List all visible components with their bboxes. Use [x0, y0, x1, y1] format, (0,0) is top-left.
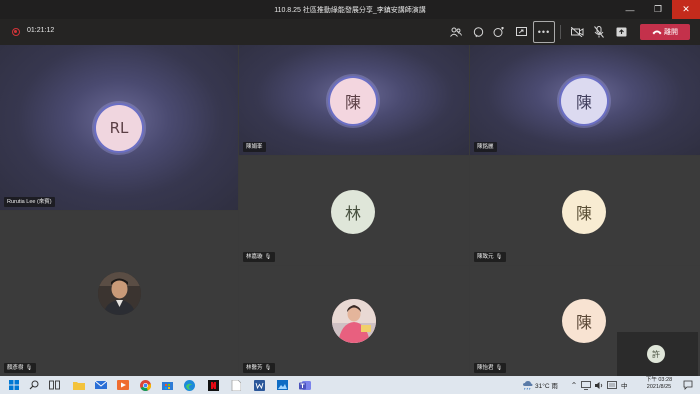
share-screen-icon[interactable]	[511, 23, 531, 41]
maximize-button[interactable]: ❐	[644, 0, 672, 19]
participant-name-label: 陳致元 🎙	[474, 252, 506, 262]
leave-button[interactable]: 離開	[640, 24, 690, 40]
participant-name: 陳娟峯	[246, 144, 263, 150]
edge-icon[interactable]	[183, 379, 195, 391]
avatar: 林	[331, 190, 375, 234]
window-title: 110.8.25 社區推動綠能發展分享_李鎮安講師演講	[274, 7, 426, 14]
participant-tile-yan[interactable]: 顏彥樹 🎙	[0, 211, 238, 376]
netflix-icon[interactable]	[207, 379, 219, 391]
keyboard-icon[interactable]	[606, 379, 618, 391]
reactions-icon[interactable]	[489, 23, 509, 41]
avatar: 陳	[562, 299, 606, 343]
participant-name: 陳致元	[477, 254, 494, 260]
folder-icon[interactable]	[73, 379, 85, 391]
participant-name-label: 陳娟峯	[243, 142, 266, 152]
window-titlebar: 110.8.25 社區推動綠能發展分享_李鎮安講師演講 — ❐ ✕	[0, 0, 700, 19]
participant-name: 陳怡君	[477, 365, 494, 371]
word-icon[interactable]	[253, 379, 265, 391]
windows-taskbar: 31°C 雨 ⌃ 中 下午 03:28 2021/8/25	[0, 376, 700, 394]
search-icon[interactable]	[28, 379, 40, 391]
participant-tile-chen2[interactable]: 陳 陳銘麗	[470, 45, 700, 155]
minimize-button[interactable]: —	[616, 0, 644, 19]
network-icon[interactable]	[580, 379, 592, 391]
avatar-photo	[98, 272, 141, 315]
participant-name-label: 林醫芳 🎙	[243, 363, 275, 373]
participant-tile-lin2[interactable]: 林醫芳 🎙	[239, 266, 469, 376]
weather-icon[interactable]	[521, 379, 533, 391]
participant-name: 林嘉璇	[246, 254, 263, 260]
more-options-button[interactable]: •••	[533, 21, 555, 43]
avatar: 許	[647, 345, 665, 363]
teams-icon[interactable]	[299, 379, 311, 391]
people-icon[interactable]	[446, 23, 466, 41]
leave-label: 離開	[664, 29, 678, 36]
mic-muted-icon: 🎙	[495, 365, 503, 371]
meeting-timer: 01:21:12	[27, 27, 55, 34]
more-icon: •••	[537, 27, 551, 37]
mic-muted-icon: 🎙	[25, 365, 33, 371]
mic-muted-icon: 🎙	[264, 254, 272, 260]
participant-name-label: Rurutia Lee (來賓)	[4, 197, 55, 207]
task-view-icon[interactable]	[48, 379, 60, 391]
video-grid: RL Rurutia Lee (來賓) 陳 陳娟峯 陳 陳銘麗 林 林嘉璇 🎙 …	[0, 45, 700, 376]
participant-tile-lin[interactable]: 林 林嘉璇 🎙	[239, 156, 469, 265]
meeting-toolbar: 01:21:12 ••• 離開	[0, 19, 700, 45]
clock-time: 下午 03:28	[645, 377, 673, 383]
recording-icon	[12, 28, 20, 36]
participant-name-label: 顏彥樹 🎙	[4, 363, 36, 373]
mail-icon[interactable]	[95, 379, 107, 391]
media-icon[interactable]	[117, 379, 129, 391]
avatar: 陳	[562, 190, 606, 234]
participant-tile-chen1[interactable]: 陳 陳娟峯	[239, 45, 469, 155]
notifications-icon[interactable]	[682, 379, 694, 391]
self-view[interactable]: 許	[617, 332, 698, 376]
chevron-up-icon[interactable]: ⌃	[568, 379, 580, 391]
system-clock[interactable]: 下午 03:28 2021/8/25	[644, 377, 674, 391]
mic-muted-icon: 🎙	[495, 254, 503, 260]
participant-name-label: 陳怡君 🎙	[474, 363, 506, 373]
participant-name: 顏彥樹	[7, 365, 24, 371]
file-icon[interactable]	[230, 379, 242, 391]
avatar-photo	[332, 299, 376, 343]
windows-start-icon[interactable]	[8, 379, 20, 391]
participant-name-label: 林嘉璇 🎙	[243, 252, 275, 262]
ime-indicator[interactable]: 中	[621, 380, 628, 390]
weather-text: 31°C 雨	[535, 383, 558, 390]
avatar: RL	[96, 105, 142, 151]
participant-name-label: 陳銘麗	[474, 142, 497, 152]
chrome-icon[interactable]	[139, 379, 151, 391]
mic-off-icon[interactable]	[589, 23, 609, 41]
store-icon[interactable]	[161, 379, 173, 391]
participant-tile-rurutia[interactable]: RL Rurutia Lee (來賓)	[0, 45, 238, 210]
phone-icon	[652, 30, 662, 35]
participant-name: Rurutia Lee (來賓)	[7, 199, 52, 205]
participant-tile-chen3[interactable]: 陳 陳致元 🎙	[470, 156, 700, 265]
participant-name: 陳銘麗	[477, 144, 494, 150]
photos-icon[interactable]	[276, 379, 288, 391]
mic-muted-icon: 🎙	[264, 365, 272, 371]
volume-icon[interactable]	[593, 379, 605, 391]
clock-date: 2021/8/25	[646, 384, 672, 390]
avatar: 陳	[330, 78, 376, 124]
close-window-button[interactable]: ✕	[672, 0, 700, 19]
toolbar-divider	[560, 25, 561, 39]
participant-name: 林醫芳	[246, 365, 263, 371]
chat-icon[interactable]	[468, 23, 488, 41]
avatar: 陳	[561, 78, 607, 124]
camera-off-icon[interactable]	[567, 23, 587, 41]
share-tray-icon[interactable]	[611, 23, 631, 41]
